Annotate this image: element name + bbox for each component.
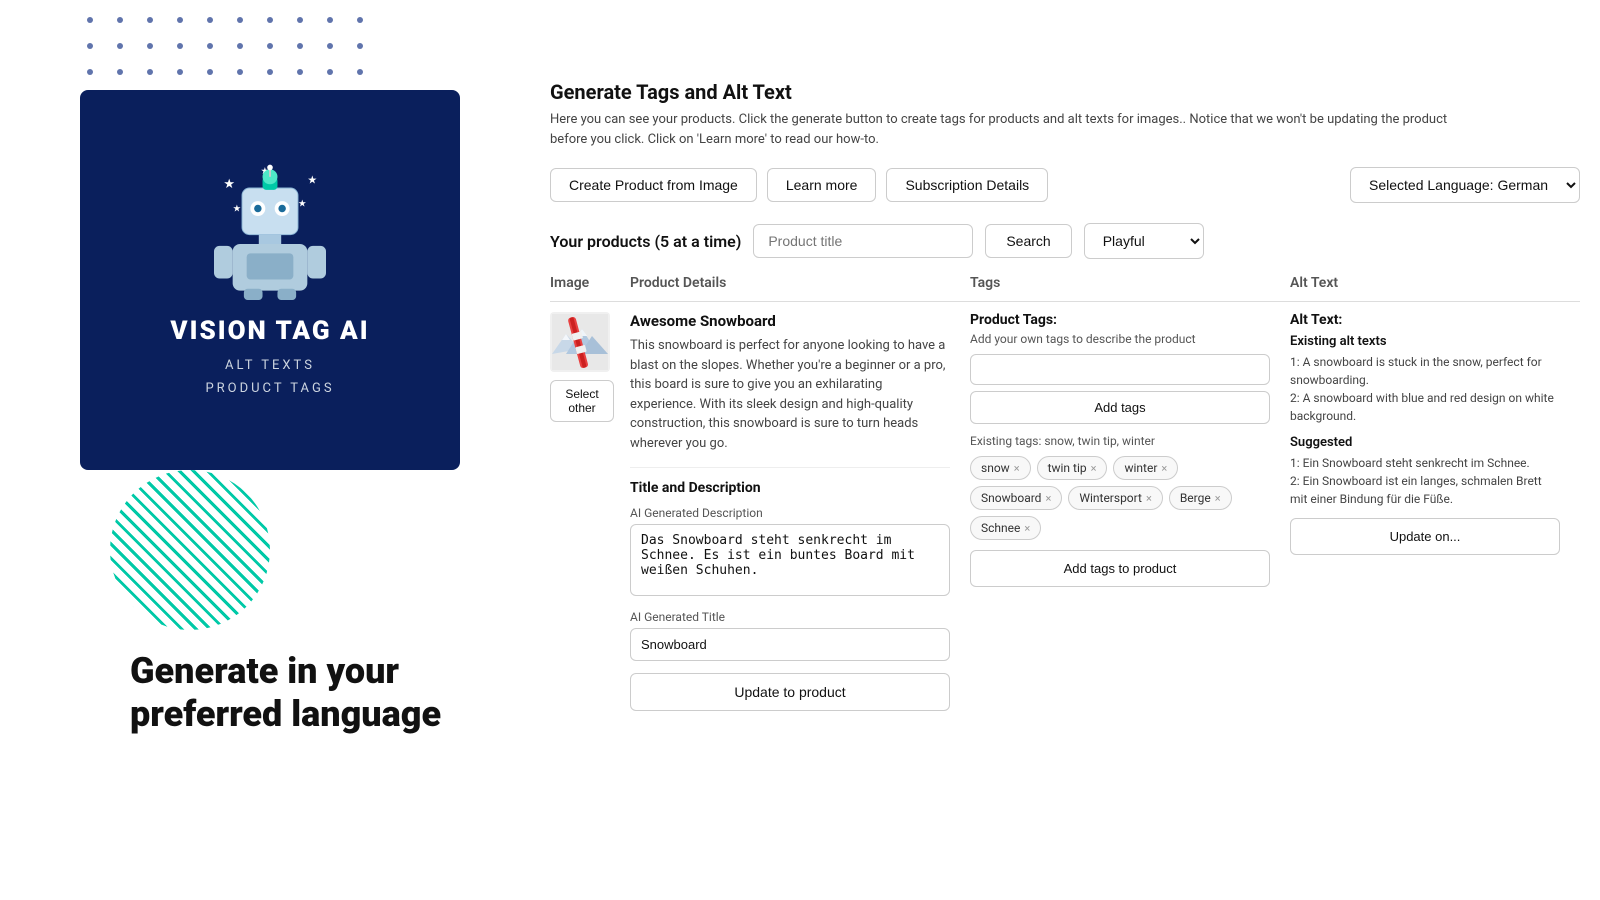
existing-alt-text-body: 1: A snowboard is stuck in the snow, per… (1290, 353, 1560, 425)
brand-subtitle: ALT TEXTS PRODUCT TAGS (205, 354, 334, 401)
existing-tags-label: Existing tags: snow, twin tip, winter (970, 434, 1270, 448)
brand-card: ★ ★ ★ ★ ★ (80, 90, 460, 470)
right-panel: Generate Tags and Alt Text Here you can … (530, 80, 1600, 711)
add-tags-to-product-button[interactable]: Add tags to product (970, 550, 1270, 587)
section-title: Generate Tags and Alt Text (550, 80, 1580, 104)
product-name: Awesome Snowboard (630, 312, 950, 330)
tags-section-title: Product Tags: (970, 312, 1270, 328)
product-title-search[interactable] (753, 224, 973, 258)
product-thumbnail (550, 312, 610, 372)
tag-chip-berge: Berge × (1169, 486, 1232, 510)
product-details-cell: Awesome Snowboard This snowboard is perf… (630, 312, 970, 711)
tags-cell: Product Tags: Add your own tags to descr… (970, 312, 1290, 587)
teal-circle-decoration (110, 470, 270, 630)
language-select[interactable]: Selected Language: German (1350, 167, 1580, 203)
snowboard-thumbnail-image (552, 314, 608, 370)
products-label: Your products (5 at a time) (550, 232, 741, 251)
remove-tag-wintersport[interactable]: × (1146, 492, 1152, 505)
section-desc: Here you can see your products. Click th… (550, 110, 1450, 149)
toolbar: Create Product from Image Learn more Sub… (550, 167, 1580, 203)
add-tags-button[interactable]: Add tags (970, 391, 1270, 424)
tagline: Generate in your preferred language (130, 650, 510, 736)
existing-alt-text-label: Existing alt texts (1290, 334, 1560, 349)
tag-chip-snow: snow × (970, 456, 1031, 480)
ai-description-textarea[interactable]: Das Snowboard steht senkrecht im Schnee.… (630, 524, 950, 596)
robot-icon: ★ ★ ★ ★ ★ (200, 160, 340, 300)
tag-chips-container: snow × twin tip × winter × Snowboard × W… (970, 456, 1270, 540)
update-to-product-button[interactable]: Update to product (630, 673, 950, 711)
ai-title-label: AI Generated Title (630, 610, 950, 624)
col-header-image: Image (550, 275, 630, 291)
remove-tag-schnee[interactable]: × (1024, 522, 1030, 535)
left-panel: ★ ★ ★ ★ ★ (80, 90, 500, 470)
tag-chip-snowboard: Snowboard × (970, 486, 1062, 510)
brand-title: VISION TAG AI (170, 316, 369, 346)
tags-input[interactable] (970, 354, 1270, 385)
remove-tag-winter[interactable]: × (1161, 462, 1167, 475)
suggested-alt-text-body: 1: Ein Snowboard steht senkrecht im Schn… (1290, 454, 1560, 508)
alt-text-cell: Alt Text: Existing alt texts 1: A snowbo… (1290, 312, 1570, 555)
subscription-details-button[interactable]: Subscription Details (886, 168, 1048, 202)
remove-tag-snowboard[interactable]: × (1045, 492, 1051, 505)
select-other-button[interactable]: Select other (550, 380, 614, 422)
alt-text-section-title: Alt Text: (1290, 312, 1560, 328)
suggested-alt-text-label: Suggested (1290, 435, 1560, 450)
ai-desc-label: AI Generated Description (630, 506, 950, 520)
svg-text:★: ★ (223, 177, 235, 192)
remove-tag-snow[interactable]: × (1014, 462, 1020, 475)
svg-text:★: ★ (307, 173, 317, 186)
ai-title-input[interactable] (630, 628, 950, 661)
product-row: Select other Awesome Snowboard This snow… (550, 312, 1580, 711)
svg-text:★: ★ (233, 203, 241, 214)
tag-chip-schnee: Schnee × (970, 516, 1041, 540)
remove-tag-berge[interactable]: × (1215, 492, 1221, 505)
title-and-desc-section: Title and Description (630, 467, 950, 496)
tag-chip-twin-tip: twin tip × (1037, 456, 1108, 480)
style-select[interactable]: Playful (1084, 223, 1204, 259)
search-button[interactable]: Search (985, 224, 1071, 258)
create-from-image-button[interactable]: Create Product from Image (550, 168, 757, 202)
table-headers: Image Product Details Tags Alt Text (550, 275, 1580, 302)
col-header-tags: Tags (970, 275, 1290, 291)
update-on-button[interactable]: Update on... (1290, 518, 1560, 555)
product-description: This snowboard is perfect for anyone loo… (630, 336, 950, 453)
col-header-details: Product Details (630, 275, 970, 291)
products-header: Your products (5 at a time) Search Playf… (550, 223, 1580, 259)
learn-more-button[interactable]: Learn more (767, 168, 877, 202)
product-image-cell: Select other (550, 312, 630, 422)
tag-chip-wintersport: Wintersport × (1068, 486, 1162, 510)
tag-chip-winter: winter × (1113, 456, 1178, 480)
tags-help-text: Add your own tags to describe the produc… (970, 332, 1270, 346)
remove-tag-twin-tip[interactable]: × (1091, 462, 1097, 475)
col-header-alttext: Alt Text (1290, 275, 1570, 291)
svg-text:★: ★ (298, 198, 306, 209)
